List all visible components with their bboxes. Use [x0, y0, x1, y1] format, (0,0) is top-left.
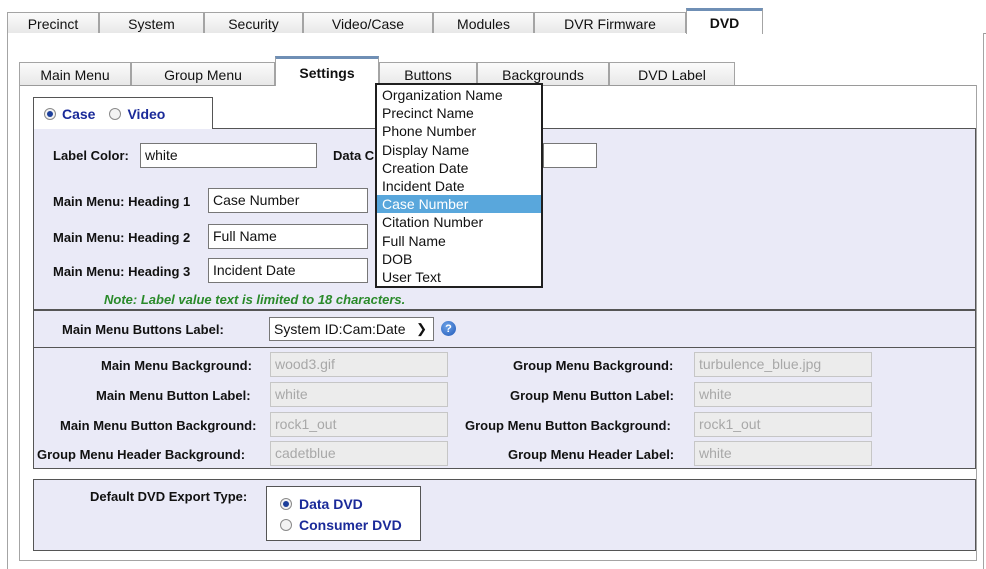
group-menu-button-label-label: Group Menu Button Label:	[510, 388, 674, 403]
group-menu-header-label-input[interactable]: white	[694, 441, 872, 466]
video-label: Video	[127, 105, 166, 122]
video-radio-option[interactable]: Video	[109, 106, 165, 122]
dropdown-option[interactable]: Creation Date	[377, 159, 541, 177]
data-color-input[interactable]	[543, 143, 597, 168]
group-menu-header-background-label: Group Menu Header Background:	[37, 447, 246, 462]
tab-system[interactable]: System	[99, 12, 204, 34]
case-video-toggle: Case Video	[33, 97, 213, 129]
dropdown-option[interactable]: Display Name	[377, 141, 541, 159]
group-menu-header-label-label: Group Menu Header Label:	[508, 447, 675, 462]
main-menu-button-label-input[interactable]: white	[270, 382, 448, 407]
main-menu-button-background-input[interactable]: rock1_out	[270, 412, 448, 437]
consumer-dvd-radio[interactable]	[280, 519, 292, 531]
data-dvd-radio[interactable]	[280, 498, 292, 510]
label-length-note: Note: Label value text is limited to 18 …	[104, 292, 406, 307]
dropdown-option[interactable]: Phone Number	[377, 122, 541, 140]
dropdown-option[interactable]: Organization Name	[377, 86, 541, 104]
group-menu-button-background-label: Group Menu Button Background:	[465, 418, 671, 433]
subtab-dvd-label[interactable]: DVD Label	[609, 62, 735, 86]
dropdown-option[interactable]: Precinct Name	[377, 104, 541, 122]
dropdown-option-selected[interactable]: Case Number	[377, 195, 541, 214]
data-dvd-label: Data DVD	[299, 496, 363, 512]
group-menu-background-input[interactable]: turbulence_blue.jpg	[694, 352, 872, 377]
label-color-input[interactable]: white	[140, 143, 317, 168]
video-radio[interactable]	[109, 107, 122, 120]
tab-video-case[interactable]: Video/Case	[303, 12, 433, 34]
help-icon[interactable]: ?	[441, 321, 456, 336]
group-menu-background-label: Group Menu Background:	[513, 358, 674, 373]
dropdown-option[interactable]: DOB	[377, 250, 541, 268]
group-menu-button-background-input[interactable]: rock1_out	[694, 412, 872, 437]
export-type-label: Default DVD Export Type:	[90, 489, 248, 504]
case-label: Case	[62, 105, 96, 122]
consumer-dvd-option[interactable]: Consumer DVD	[280, 517, 402, 533]
subtab-group-menu[interactable]: Group Menu	[131, 62, 275, 86]
buttons-label-select[interactable]: System ID:Cam:Date ❯	[269, 317, 434, 341]
dropdown-option[interactable]: Citation Number	[377, 213, 541, 231]
tab-dvd[interactable]: DVD	[686, 8, 763, 34]
dropdown-option[interactable]: User Text	[377, 268, 541, 286]
main-menu-button-label-label: Main Menu Button Label:	[96, 388, 251, 403]
label-color-label: Label Color:	[53, 148, 129, 163]
tab-modules[interactable]: Modules	[433, 12, 534, 34]
tab-security[interactable]: Security	[204, 12, 303, 34]
export-type-options: Data DVD Consumer DVD	[266, 486, 421, 541]
group-menu-header-background-input[interactable]: cadetblue	[270, 441, 448, 466]
data-dvd-option[interactable]: Data DVD	[280, 496, 363, 512]
case-radio-option[interactable]: Case	[44, 106, 95, 122]
main-menu-button-background-label: Main Menu Button Background:	[60, 418, 257, 433]
tab-dvr-firmware[interactable]: DVR Firmware	[534, 12, 686, 34]
main-menu-background-input[interactable]: wood3.gif	[270, 352, 448, 377]
dropdown-option[interactable]: Incident Date	[377, 177, 541, 195]
subtab-main-menu[interactable]: Main Menu	[19, 62, 131, 86]
subtab-settings[interactable]: Settings	[275, 56, 379, 86]
chevron-down-icon: ❯	[416, 321, 427, 336]
top-tab-bar: Precinct System Security Video/Case Modu…	[7, 6, 986, 34]
buttons-label-select-value: System ID:Cam:Date	[274, 321, 406, 337]
case-radio[interactable]	[44, 107, 56, 120]
heading-field-dropdown: Organization Name Precinct Name Phone Nu…	[375, 83, 543, 288]
heading2-label: Main Menu: Heading 2	[53, 230, 191, 245]
heading1-label: Main Menu: Heading 1	[53, 194, 191, 209]
heading1-input[interactable]: Case Number	[208, 188, 368, 213]
main-menu-background-label: Main Menu Background:	[101, 358, 252, 373]
tab-precinct[interactable]: Precinct	[7, 12, 99, 34]
consumer-dvd-label: Consumer DVD	[299, 517, 402, 533]
heading3-label: Main Menu: Heading 3	[53, 264, 191, 279]
dropdown-option[interactable]: Full Name	[377, 232, 541, 250]
heading3-input[interactable]: Incident Date	[208, 258, 368, 283]
heading2-input[interactable]: Full Name	[208, 224, 368, 249]
data-label-partial: Data C	[333, 148, 375, 163]
group-menu-button-label-input[interactable]: white	[694, 382, 872, 407]
buttons-label-label: Main Menu Buttons Label:	[62, 322, 224, 337]
